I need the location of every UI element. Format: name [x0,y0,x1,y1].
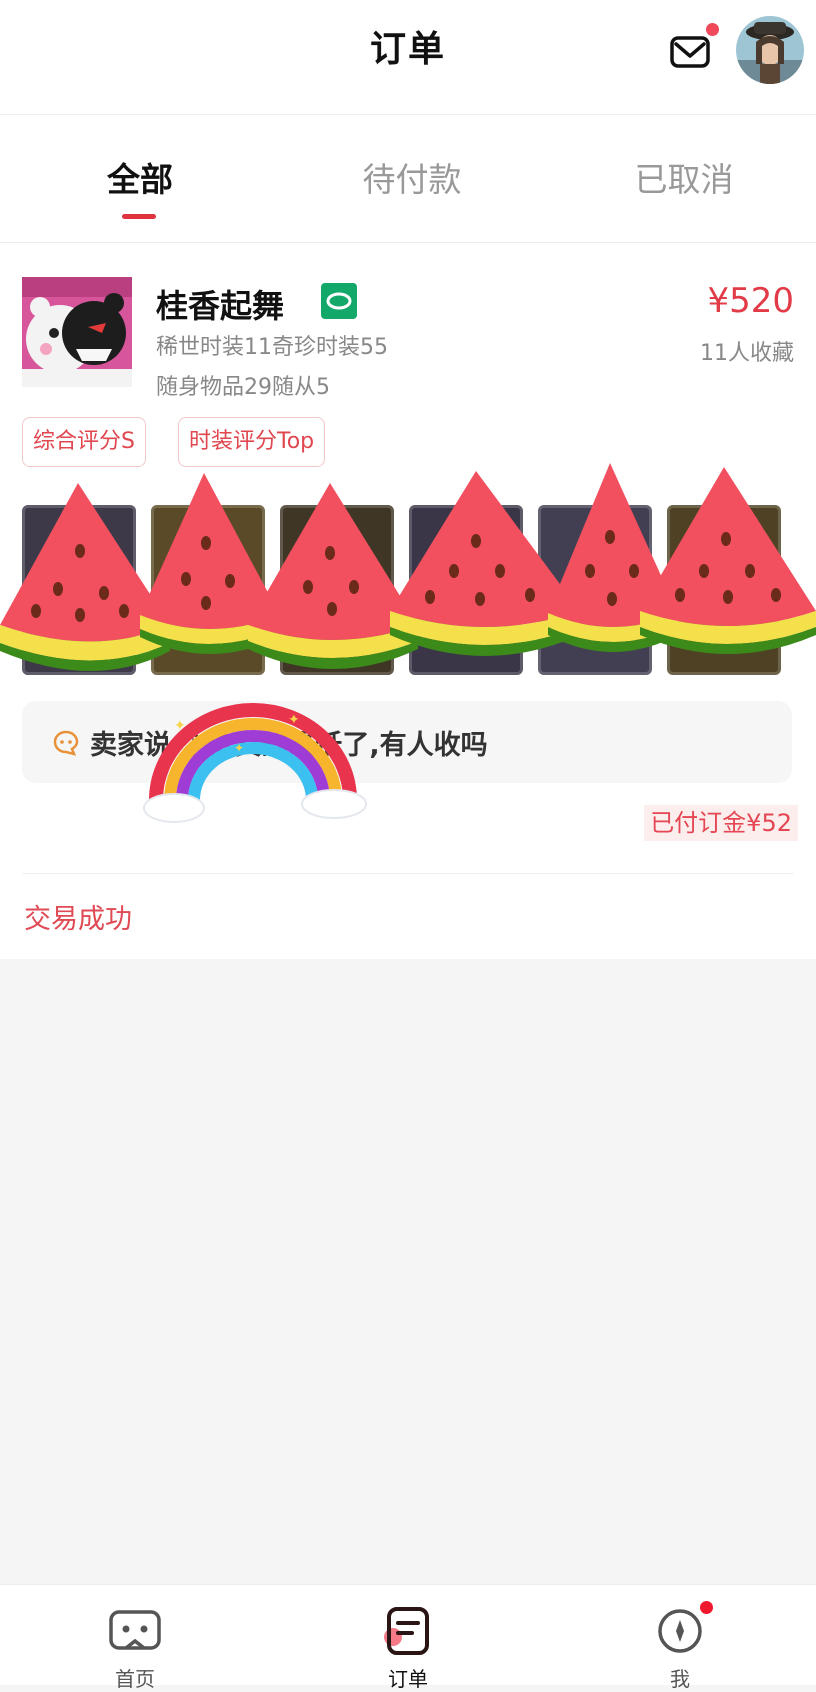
active-tab-indicator [122,214,156,219]
seller-name: 桂香起舞 [156,287,285,325]
divider [22,873,794,874]
nav-profile-label: 我 [670,1667,690,1691]
orders-icon [384,1607,429,1655]
svg-text:✦: ✦ [174,718,186,734]
favorites-count: 11人收藏 [700,341,794,366]
notification-dot [706,23,719,36]
watermelon-sticker-icon [640,467,816,654]
deposit-paid: 已付订金¥52 [644,805,798,841]
gamepad-icon [109,1610,161,1650]
tab-all[interactable]: 全部 [50,153,230,201]
item-summary-line-1: 稀世时装11奇珍时装55 [156,335,388,360]
notification-dot [700,1601,713,1614]
chat-bubble-icon [53,730,79,756]
svg-text:✦: ✦ [288,712,300,728]
tag-overall-rating: 综合评分S [22,417,146,467]
tab-cancelled[interactable]: 已取消 [594,153,774,201]
nav-home[interactable]: 首页 [55,1585,215,1691]
rainbow-sticker-icon: ✦ ✦ ✦ [143,703,367,823]
platform-badge-icon [321,283,357,319]
top-bar: 订单 [0,0,816,115]
order-price: ¥520 [707,281,794,321]
tag-outfit-rating: 时装评分Top [178,417,326,467]
bottom-navigation: 首页 订单 我 [0,1584,816,1691]
avatar[interactable] [736,16,804,84]
compass-icon [658,1609,702,1653]
nav-orders[interactable]: 订单 [328,1585,488,1691]
nav-profile[interactable]: 我 [600,1585,760,1691]
item-summary-line-2: 随身物品29随从5 [156,375,330,400]
order-card[interactable]: 桂香起舞 ¥520 11人收藏 稀世时装11奇珍时装55 随身物品29随从5 综… [0,243,816,959]
order-tabs: 全部 待付款 已取消 [0,115,816,243]
tab-pending-payment[interactable]: 待付款 [322,153,502,201]
svg-text:✦: ✦ [234,741,244,755]
mail-icon[interactable] [668,30,712,74]
order-status: 交易成功 [24,904,132,935]
nav-orders-label: 订单 [388,1667,428,1691]
seller-thumbnail [22,277,132,387]
nav-home-label: 首页 [115,1667,155,1691]
